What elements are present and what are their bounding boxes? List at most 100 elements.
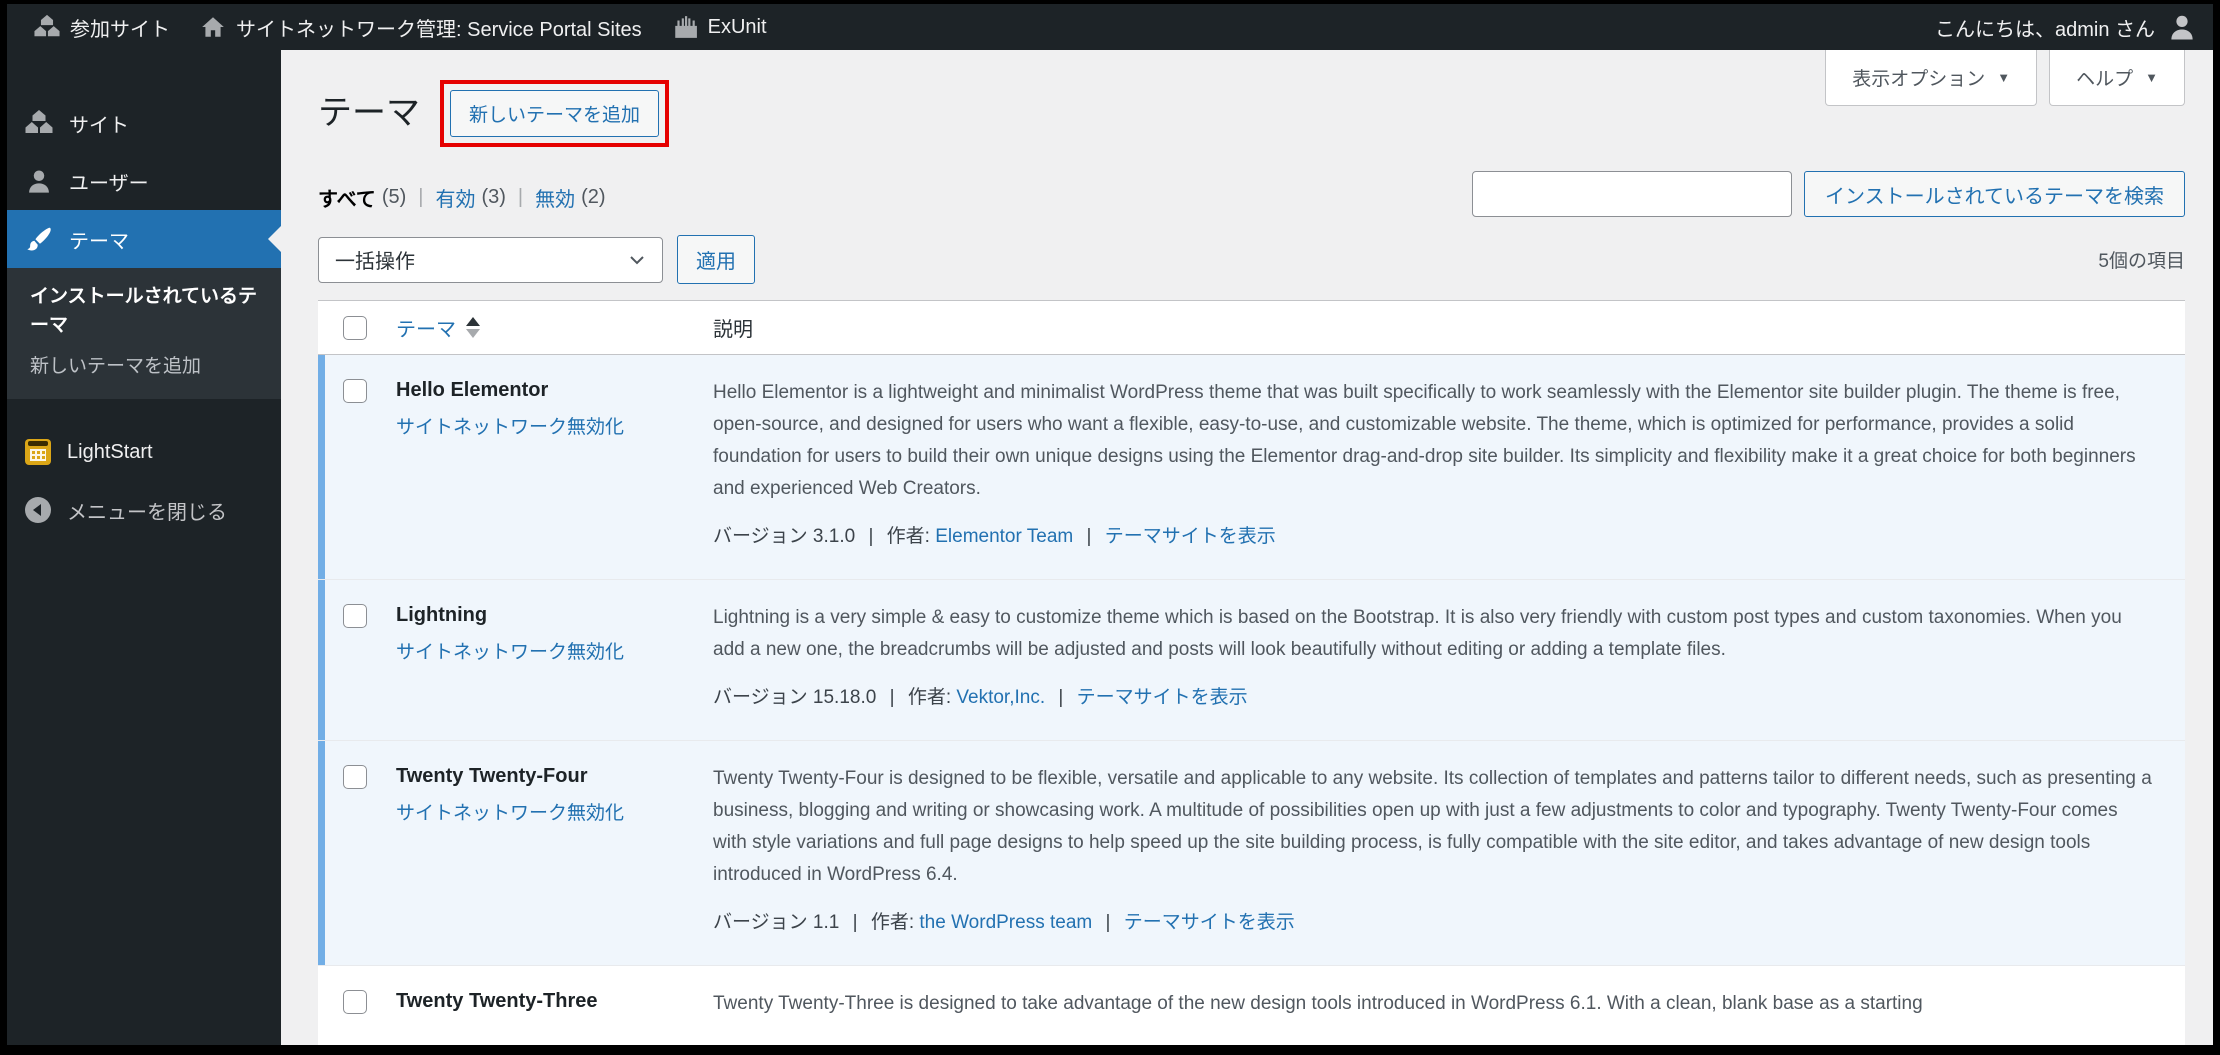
column-header-description: 説明 [713, 319, 753, 341]
sidebar-item-sites[interactable]: サイト [7, 94, 281, 152]
version-value: 3.1.0 [812, 526, 856, 547]
author-link[interactable]: Elementor Team [935, 526, 1073, 547]
submenu-add-new-theme[interactable]: 新しいテーマを追加 [30, 352, 263, 381]
column-header-theme[interactable]: テーマ [396, 313, 713, 342]
sidebar-item-label: ユーザー [69, 172, 149, 195]
sidebar-item-collapse-menu[interactable]: メニューを閉じる [7, 481, 281, 539]
paintbrush-icon [25, 225, 53, 253]
view-theme-site-link[interactable]: テーマサイトを表示 [1124, 912, 1295, 933]
meta-separator: | [868, 526, 874, 547]
themes-table: テーマ 説明 Hello Elementor サイトネットワーク無効化 Hell… [318, 300, 2185, 1045]
table-row: Twenty Twenty-Four サイトネットワーク無効化 Twenty T… [318, 740, 2185, 965]
view-theme-site-link[interactable]: テーマサイトを表示 [1105, 526, 1276, 547]
screen-options-button[interactable]: 表示オプション ▼ [1825, 50, 2038, 106]
author-label: 作者: [907, 687, 952, 708]
multisite-icon [34, 14, 60, 40]
table-header: テーマ 説明 [318, 301, 2185, 355]
author-label: 作者: [870, 912, 915, 933]
network-admin-menu[interactable]: サイトネットワーク管理: Service Portal Sites [185, 4, 657, 50]
theme-description: Twenty Twenty-Four is designed to be fle… [713, 768, 2152, 885]
theme-description: Lightning is a very simple & easy to cus… [713, 607, 2122, 660]
page-title: テーマ [318, 94, 420, 133]
author-link[interactable]: the WordPress team [919, 912, 1092, 933]
theme-select-checkbox[interactable] [343, 379, 367, 403]
filter-enabled-count: (3) [481, 186, 506, 208]
network-disable-link[interactable]: サイトネットワーク無効化 [396, 412, 713, 439]
status-filters: すべて (5) | 有効 (3) | 無効 (2) [318, 171, 606, 212]
theme-name-cell: Twenty Twenty-Three [396, 988, 713, 1020]
theme-name-cell: Lightning サイトネットワーク無効化 [396, 602, 713, 714]
chevron-down-icon: ▼ [1997, 70, 2011, 85]
theme-select-checkbox[interactable] [343, 604, 367, 628]
version-label: バージョン [713, 526, 808, 547]
sort-asc-icon [466, 317, 480, 326]
admin-sidebar: サイト ユーザー テーマ インストールされているテーマ 新しいテーマを追加 Li… [7, 50, 281, 1045]
filter-all-count: (5) [381, 186, 407, 208]
submenu-installed-themes[interactable]: インストールされているテーマ [30, 282, 263, 340]
exunit-menu[interactable]: ExUnit [657, 4, 782, 50]
meta-separator: | [1086, 526, 1092, 547]
help-button[interactable]: ヘルプ ▼ [2049, 50, 2185, 106]
theme-meta: バージョン 3.1.0 | 作者: Elementor Team | テーマサイ… [713, 521, 2153, 553]
sort-icons [466, 317, 480, 338]
select-chevron-icon [630, 255, 644, 264]
main-content: 表示オプション ▼ ヘルプ ▼ テーマ 新しいテーマを追加 すべて (5) | … [281, 50, 2213, 1045]
theme-select-checkbox[interactable] [343, 990, 367, 1014]
filter-separator: | [418, 186, 424, 208]
sidebar-item-label: LightStart [67, 440, 153, 463]
search-installed-themes-button[interactable]: インストールされているテーマを検索 [1804, 171, 2185, 217]
filters-and-search-row: すべて (5) | 有効 (3) | 無効 (2) インストールされているテーマ… [318, 171, 2185, 217]
view-theme-site-link[interactable]: テーマサイトを表示 [1077, 687, 1248, 708]
users-icon [25, 167, 53, 195]
add-new-theme-button[interactable]: 新しいテーマを追加 [450, 90, 660, 137]
meta-separator: | [1105, 912, 1111, 933]
bulk-action-select[interactable]: 一括操作 [318, 236, 663, 283]
admin-bar-right[interactable]: こんにちは、admin さん [1935, 12, 2197, 42]
filter-all[interactable]: すべて [318, 183, 376, 212]
version-label: バージョン [713, 687, 808, 708]
theme-name: Lightning [396, 604, 488, 626]
sidebar-item-themes[interactable]: テーマ [7, 210, 281, 268]
collapse-arrow-icon [25, 497, 51, 523]
theme-search-input[interactable] [1472, 171, 1792, 217]
theme-select-checkbox[interactable] [343, 765, 367, 789]
chevron-down-icon: ▼ [2145, 70, 2158, 85]
sidebar-item-label: テーマ [69, 230, 129, 253]
sidebar-item-users[interactable]: ユーザー [7, 152, 281, 210]
table-row: Hello Elementor サイトネットワーク無効化 Hello Eleme… [318, 355, 2185, 579]
apply-button[interactable]: 適用 [677, 235, 755, 284]
screen-meta-links: 表示オプション ▼ ヘルプ ▼ [1825, 50, 2185, 106]
network-admin-label: サイトネットワーク管理: Service Portal Sites [236, 18, 642, 41]
my-sites-label: 参加サイト [70, 18, 170, 41]
select-all-checkbox[interactable] [343, 315, 367, 340]
home-icon [200, 14, 226, 40]
author-link[interactable]: Vektor,Inc. [956, 687, 1045, 708]
theme-name-cell: Hello Elementor サイトネットワーク無効化 [396, 377, 713, 553]
filter-disabled-count: (2) [581, 186, 606, 208]
theme-description-cell: Twenty Twenty-Three is designed to take … [713, 988, 2161, 1020]
filter-enabled[interactable]: 有効 [435, 183, 475, 212]
sort-desc-icon [466, 329, 480, 338]
bulk-actions-row: 一括操作 適用 5個の項目 [318, 235, 2185, 284]
filter-disabled[interactable]: 無効 [535, 183, 575, 212]
theme-name-cell: Twenty Twenty-Four サイトネットワーク無効化 [396, 763, 713, 939]
network-disable-link[interactable]: サイトネットワーク無効化 [396, 637, 713, 664]
themes-submenu: インストールされているテーマ 新しいテーマを追加 [7, 268, 281, 399]
my-sites-menu[interactable]: 参加サイト [19, 4, 185, 50]
theme-name: Hello Elementor [396, 379, 549, 401]
meta-separator: | [852, 912, 858, 933]
screen-options-label: 表示オプション [1852, 69, 1986, 90]
author-label: 作者: [886, 526, 930, 547]
sidebar-separator [7, 399, 281, 423]
column-header-theme-label: テーマ [396, 319, 456, 341]
admin-bar-left: 参加サイト サイトネットワーク管理: Service Portal Sites … [19, 4, 782, 50]
sidebar-item-lightstart[interactable]: LightStart [7, 423, 281, 481]
bulk-action-selected-value: 一括操作 [335, 251, 415, 273]
items-count: 5個の項目 [2098, 251, 2185, 272]
sidebar-item-label: サイト [69, 114, 129, 137]
bulk-actions-group: 一括操作 適用 [318, 235, 755, 284]
theme-description-cell: Lightning is a very simple & easy to cus… [713, 602, 2161, 714]
admin-bar: 参加サイト サイトネットワーク管理: Service Portal Sites … [7, 4, 2213, 50]
network-disable-link[interactable]: サイトネットワーク無効化 [396, 798, 713, 825]
meta-separator: | [1058, 687, 1064, 708]
